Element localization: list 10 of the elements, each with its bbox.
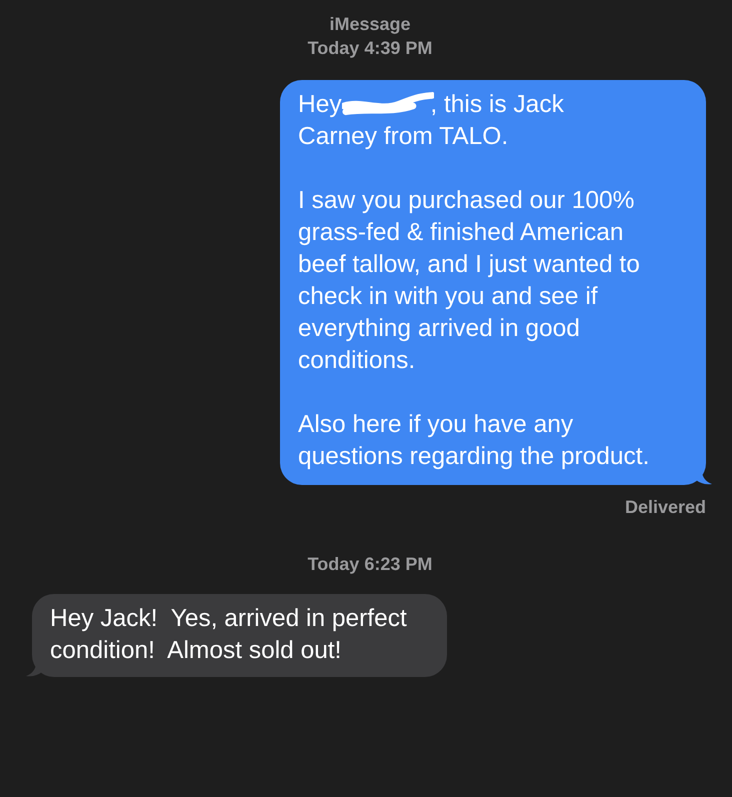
message-text: , this is Jack — [430, 90, 565, 120]
message-text: Hey — [298, 90, 343, 120]
service-label: iMessage — [329, 13, 411, 36]
message-text: Also here if you have any questions regarding the product. — [298, 411, 650, 470]
message-text: Carney from TALO. — [298, 122, 508, 152]
delivery-status: Delivered — [624, 497, 706, 518]
message-text: Hey Jack! Yes, arrived in perfect condition! Almost sold out! — [50, 605, 408, 664]
timestamp: Today 4:39 PM — [308, 37, 432, 60]
timestamp: Today 6:23 PM — [308, 553, 432, 576]
message-text: I saw you purchased our 100% grass-fed & finished American beef tallow, and I just wanted to check in with you and see if everything arrived in good conditions. — [298, 187, 641, 374]
